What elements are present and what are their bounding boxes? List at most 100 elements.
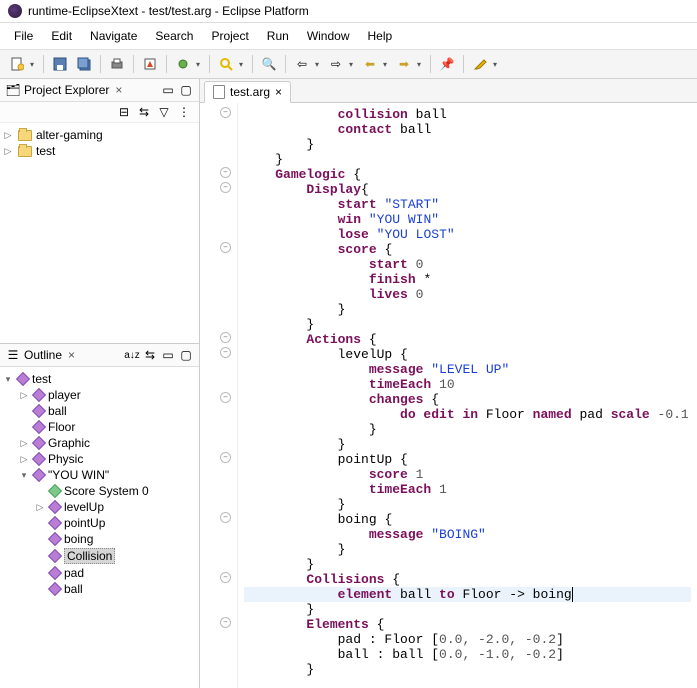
outline-label: ball xyxy=(48,404,67,418)
fold-icon[interactable]: – xyxy=(220,392,231,403)
menubar: File Edit Navigate Search Project Run Wi… xyxy=(0,23,697,50)
gutter[interactable]: – – – – – – – – – – – xyxy=(200,103,238,688)
expand-icon[interactable]: ▷ xyxy=(18,438,30,449)
expand-icon[interactable]: ▷ xyxy=(18,454,30,465)
expand-icon[interactable]: ▷ xyxy=(2,146,14,157)
fold-icon[interactable]: – xyxy=(220,512,231,523)
diamond-icon xyxy=(32,388,46,402)
expand-icon[interactable]: ▷ xyxy=(2,130,14,141)
outline-item-selected[interactable]: Collision xyxy=(34,547,197,565)
nav-next-button[interactable]: ⇨ xyxy=(325,53,347,75)
menu-run[interactable]: Run xyxy=(259,26,297,46)
dropdown-icon[interactable]: ▾ xyxy=(239,60,247,69)
outline-item[interactable]: pad xyxy=(34,565,197,581)
save-all-button[interactable] xyxy=(73,53,95,75)
project-item[interactable]: ▷ test xyxy=(2,143,197,159)
outline-item[interactable]: ball xyxy=(34,581,197,597)
outline-item[interactable]: boing xyxy=(34,531,197,547)
outline-item[interactable]: ▷levelUp xyxy=(34,499,197,515)
editor-tab[interactable]: test.arg × xyxy=(204,81,291,103)
outline-label: "YOU WIN" xyxy=(48,468,109,482)
fold-icon[interactable]: – xyxy=(220,452,231,463)
outline-item[interactable]: ▷Physic xyxy=(18,451,197,467)
view-menu-icon[interactable]: ⋮ xyxy=(177,105,191,119)
outline-header: ☰ Outline × a↓z ⇆ ▭ ▢ xyxy=(0,344,199,367)
diamond-icon xyxy=(48,500,62,514)
project-item[interactable]: ▷ alter-gaming xyxy=(2,127,197,143)
last-edit-button[interactable] xyxy=(469,53,491,75)
outline-item[interactable]: Floor xyxy=(18,419,197,435)
code-editor[interactable]: collision ball contact ball } } Gamelogi… xyxy=(238,103,697,688)
expand-icon[interactable]: ▷ xyxy=(18,390,30,401)
minimize-icon[interactable]: ▭ xyxy=(161,348,175,362)
nav-prev-button[interactable]: ⇦ xyxy=(291,53,313,75)
fold-icon[interactable]: – xyxy=(220,242,231,253)
outline-label: test xyxy=(32,372,51,386)
back-button[interactable]: ⬅ xyxy=(359,53,381,75)
project-tree[interactable]: ▷ alter-gaming ▷ test xyxy=(0,123,199,343)
folder-icon xyxy=(18,130,32,141)
dropdown-icon[interactable]: ▾ xyxy=(315,60,323,69)
dropdown-icon[interactable]: ▾ xyxy=(196,60,204,69)
menu-search[interactable]: Search xyxy=(147,26,201,46)
outline-item[interactable]: Score System 0 xyxy=(34,483,197,499)
menu-edit[interactable]: Edit xyxy=(43,26,80,46)
dropdown-icon[interactable]: ▾ xyxy=(493,60,501,69)
menu-navigate[interactable]: Navigate xyxy=(82,26,145,46)
outline-item[interactable]: ▷player xyxy=(18,387,197,403)
search-button[interactable] xyxy=(215,53,237,75)
link-editor-icon[interactable]: ⇆ xyxy=(137,105,151,119)
diamond-icon xyxy=(32,420,46,434)
dropdown-icon[interactable]: ▾ xyxy=(417,60,425,69)
folder-icon xyxy=(18,146,32,157)
sort-icon[interactable]: a↓z xyxy=(125,348,139,362)
pin-button[interactable]: 📌 xyxy=(436,53,458,75)
expand-icon[interactable]: ▷ xyxy=(34,502,46,513)
fold-icon[interactable]: – xyxy=(220,617,231,628)
diamond-icon xyxy=(32,468,46,482)
collapse-all-icon[interactable]: ⊟ xyxy=(117,105,131,119)
link-icon[interactable]: ⇆ xyxy=(143,348,157,362)
collapse-icon[interactable]: ▾ xyxy=(18,470,30,481)
outline-tree[interactable]: ▾ test ▷player ball Floor ▷Graphic ▷Phys… xyxy=(0,367,199,688)
close-icon[interactable]: × xyxy=(275,85,282,99)
diamond-icon xyxy=(48,566,62,580)
close-icon[interactable]: × xyxy=(66,348,77,362)
window-title: runtime-EclipseXtext - test/test.arg - E… xyxy=(28,4,309,18)
outline-item[interactable]: ▾ "YOU WIN" xyxy=(18,467,197,483)
filter-icon[interactable]: ▽ xyxy=(157,105,171,119)
menu-file[interactable]: File xyxy=(6,26,41,46)
diamond-icon xyxy=(48,516,62,530)
fold-icon[interactable]: – xyxy=(220,332,231,343)
outline-root[interactable]: ▾ test xyxy=(2,371,197,387)
maximize-icon[interactable]: ▢ xyxy=(179,83,193,97)
outline-label: Collision xyxy=(64,548,115,564)
outline-label: Floor xyxy=(48,420,75,434)
fold-icon[interactable]: – xyxy=(220,167,231,178)
dropdown-icon[interactable]: ▾ xyxy=(349,60,357,69)
build-button[interactable] xyxy=(139,53,161,75)
menu-window[interactable]: Window xyxy=(299,26,358,46)
fold-icon[interactable]: – xyxy=(220,182,231,193)
new-button[interactable] xyxy=(6,53,28,75)
maximize-icon[interactable]: ▢ xyxy=(179,348,193,362)
dropdown-icon[interactable]: ▾ xyxy=(383,60,391,69)
dropdown-icon[interactable]: ▾ xyxy=(30,60,38,69)
close-icon[interactable]: × xyxy=(113,83,124,97)
menu-project[interactable]: Project xyxy=(203,26,256,46)
open-type-button[interactable]: 🔍 xyxy=(258,53,280,75)
minimize-icon[interactable]: ▭ xyxy=(161,83,175,97)
fold-icon[interactable]: – xyxy=(220,347,231,358)
fold-icon[interactable]: – xyxy=(220,107,231,118)
collapse-icon[interactable]: ▾ xyxy=(2,374,14,385)
fold-icon[interactable]: – xyxy=(220,572,231,583)
print-button[interactable] xyxy=(106,53,128,75)
diamond-icon xyxy=(48,532,62,546)
menu-help[interactable]: Help xyxy=(360,26,401,46)
outline-item[interactable]: pointUp xyxy=(34,515,197,531)
save-button[interactable] xyxy=(49,53,71,75)
debug-button[interactable] xyxy=(172,53,194,75)
forward-button[interactable]: ➡ xyxy=(393,53,415,75)
outline-item[interactable]: ▷Graphic xyxy=(18,435,197,451)
outline-item[interactable]: ball xyxy=(18,403,197,419)
